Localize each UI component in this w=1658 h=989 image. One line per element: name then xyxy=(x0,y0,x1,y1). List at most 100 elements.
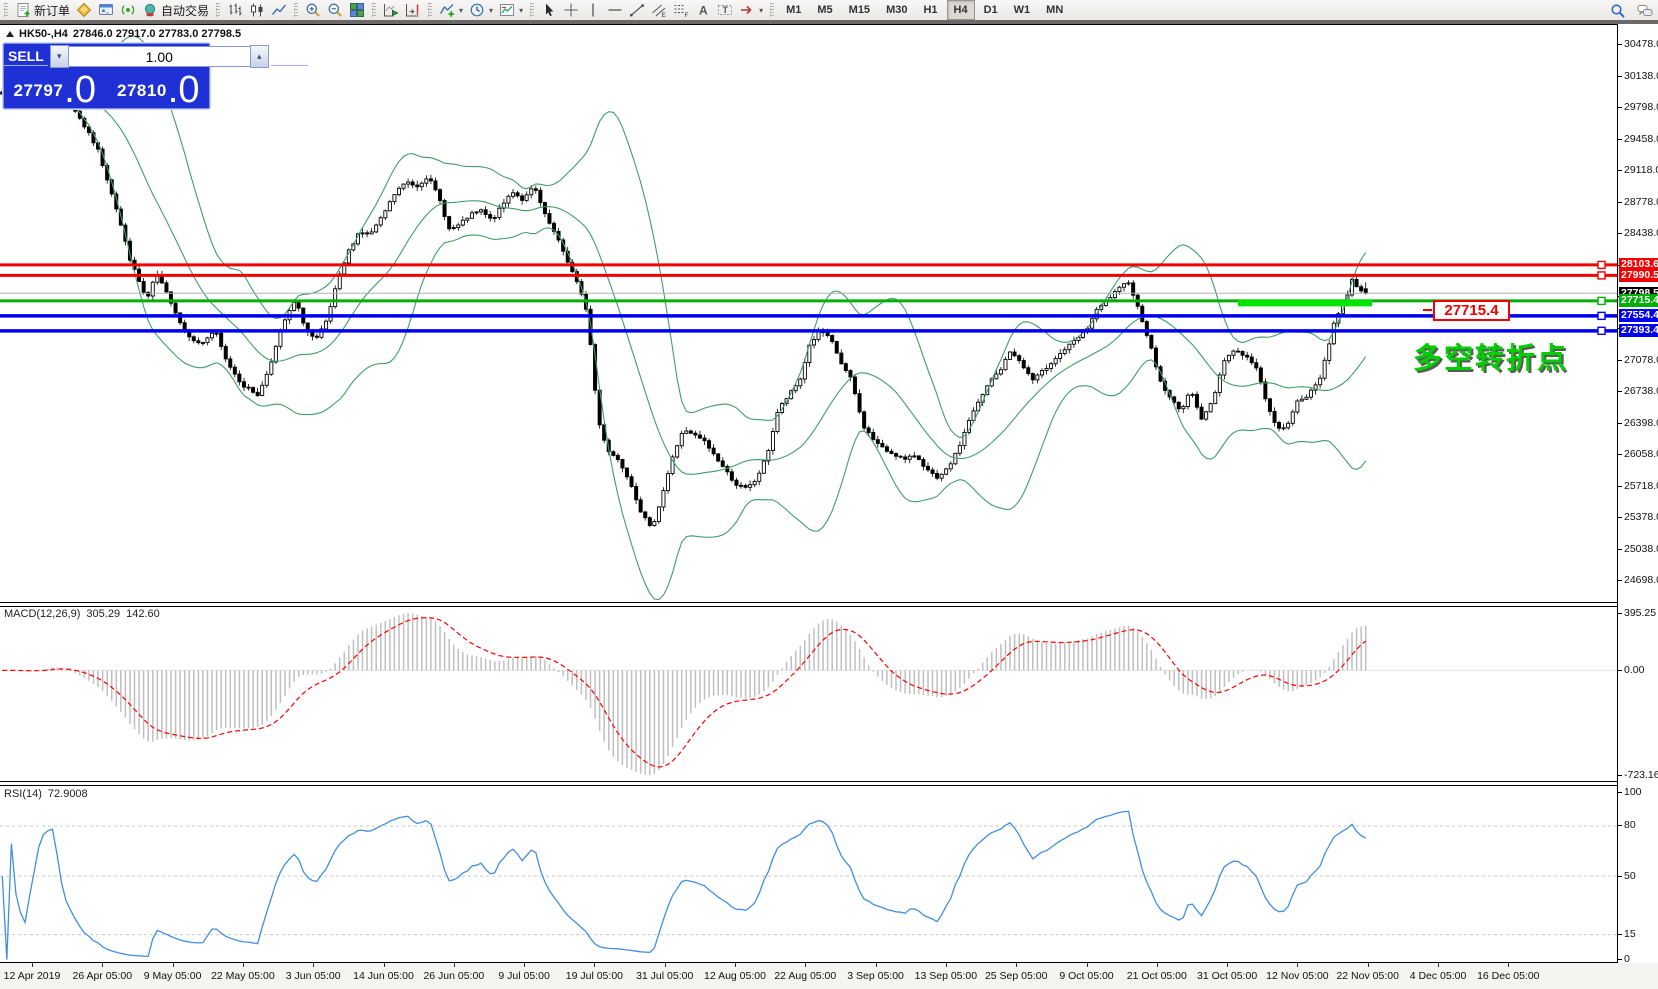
volume-input[interactable] xyxy=(69,46,250,67)
svg-text:F: F xyxy=(685,12,689,18)
auto-scroll-button[interactable] xyxy=(380,0,402,20)
templates-icon xyxy=(499,2,515,18)
buy-price[interactable]: 27810.0 xyxy=(108,69,210,106)
axis-tick xyxy=(1618,775,1622,776)
autotrading-icon xyxy=(142,2,158,18)
toolbar-grip xyxy=(294,3,298,17)
sell-button[interactable]: SELL xyxy=(4,44,48,69)
buy-button[interactable]: BUY xyxy=(271,44,309,69)
timeframe-m5[interactable]: M5 xyxy=(810,0,839,20)
axis-label: 15 xyxy=(1624,928,1636,940)
chart-shift-button[interactable] xyxy=(402,0,424,20)
cursor-icon xyxy=(541,2,557,18)
candlestick-icon xyxy=(249,2,265,18)
arrows-button[interactable]: ▾ xyxy=(736,0,766,20)
periods-button[interactable]: ▾ xyxy=(466,0,496,20)
time-tick xyxy=(173,963,174,967)
price-axis[interactable]: 30478.030138.029798.029458.029118.028778… xyxy=(1617,24,1658,963)
timeframe-d1[interactable]: D1 xyxy=(977,0,1005,20)
channel-button[interactable]: E xyxy=(648,0,670,20)
time-tick xyxy=(102,963,103,967)
time-axis[interactable]: 12 Apr 201926 Apr 05:009 May 05:0022 May… xyxy=(0,963,1658,989)
zoom-in-button[interactable] xyxy=(302,0,324,20)
vertical-line-button[interactable] xyxy=(582,0,604,20)
crosshair-icon xyxy=(563,2,579,18)
line-handle[interactable] xyxy=(1598,261,1605,268)
fibonacci-button[interactable]: F xyxy=(670,0,692,20)
text-label-button[interactable]: T xyxy=(714,0,736,20)
timeframe-mn[interactable]: MN xyxy=(1039,0,1070,20)
line-handle[interactable] xyxy=(1598,272,1605,279)
toolbar-grip xyxy=(428,3,432,17)
candlestick-button[interactable] xyxy=(246,0,268,20)
indicators-button[interactable]: ▾ xyxy=(436,0,466,20)
arrows-icon xyxy=(739,2,755,18)
level-price-tag: 27554.4 xyxy=(1619,309,1658,322)
axis-tick xyxy=(1618,170,1622,171)
timeframe-m15[interactable]: M15 xyxy=(842,0,877,20)
auto-scroll-icon xyxy=(383,2,399,18)
crosshair-button[interactable] xyxy=(560,0,582,20)
timeframe-m30[interactable]: M30 xyxy=(879,0,914,20)
axis-tick xyxy=(1618,934,1622,935)
autotrading-button[interactable]: 自动交易 xyxy=(139,0,212,20)
symbol-period-label: HK50-,H4 xyxy=(19,28,68,40)
horizontal-line-button[interactable] xyxy=(604,0,626,20)
volume-decrease-button[interactable]: ▾ xyxy=(50,45,69,68)
profiles-button[interactable] xyxy=(73,0,95,20)
volume-increase-button[interactable]: ▴ xyxy=(250,45,269,68)
rsi-line xyxy=(2,811,1365,959)
time-tick xyxy=(665,963,666,967)
timeframe-h4[interactable]: H4 xyxy=(947,0,975,20)
axis-tick xyxy=(1618,202,1622,203)
axis-label: 25718.0 xyxy=(1624,480,1658,492)
one-click-trading-panel: SELL ▾ ▴ BUY 27797.0 27810.0 xyxy=(3,43,210,109)
axis-tick xyxy=(1618,76,1622,77)
signals-icon xyxy=(120,2,136,18)
timeframe-h1[interactable]: H1 xyxy=(916,0,944,20)
search-button[interactable] xyxy=(1609,1,1627,21)
axis-label: 26398.0 xyxy=(1624,417,1658,429)
axis-tick xyxy=(1618,107,1622,108)
main-price-pane[interactable] xyxy=(0,24,1617,603)
axis-label: 28438.0 xyxy=(1624,227,1658,239)
axis-tick xyxy=(1618,517,1622,518)
sell-price[interactable]: 27797.0 xyxy=(4,69,106,106)
chart-window[interactable]: 30478.030138.029798.029458.029118.028778… xyxy=(0,24,1658,963)
tile-windows-button[interactable] xyxy=(346,0,368,20)
bar-chart-button[interactable] xyxy=(224,0,246,20)
line-handle[interactable] xyxy=(1598,297,1605,304)
axis-label: 28778.0 xyxy=(1624,196,1658,208)
time-tick xyxy=(384,963,385,967)
one-click-panel-toggle-icon[interactable] xyxy=(6,31,14,37)
line-chart-button[interactable] xyxy=(268,0,290,20)
zoom-out-button[interactable] xyxy=(324,0,346,20)
level-price-tag: 27990.5 xyxy=(1619,269,1658,282)
chart-title: HK50-,H4 27846.0 27917.0 27783.0 27798.5 xyxy=(6,28,241,40)
axis-label: 100 xyxy=(1624,786,1642,798)
rsi-pane[interactable] xyxy=(0,785,1617,963)
chat-button[interactable] xyxy=(1636,1,1654,21)
text-button[interactable]: A xyxy=(692,0,714,20)
level-price-tag: 27393.4 xyxy=(1619,324,1658,337)
new-order-button[interactable]: 新订单 xyxy=(12,0,73,20)
ohlc-values: 27846.0 27917.0 27783.0 27798.5 xyxy=(73,28,241,40)
timeframe-w1[interactable]: W1 xyxy=(1007,0,1038,20)
cursor-button[interactable] xyxy=(538,0,560,20)
axis-tick xyxy=(1618,139,1622,140)
market-watch-button[interactable] xyxy=(95,0,117,20)
caret-up-icon: ▴ xyxy=(257,51,262,62)
axis-label: 27078.0 xyxy=(1624,354,1658,366)
macd-pane[interactable] xyxy=(0,606,1617,782)
signals-button[interactable] xyxy=(117,0,139,20)
axis-label: 30478.0 xyxy=(1624,38,1658,50)
axis-label: 25038.0 xyxy=(1624,543,1658,555)
templates-button[interactable]: ▾ xyxy=(496,0,526,20)
turning-point-note[interactable]: 多空转折点 xyxy=(1413,335,1568,377)
timeframe-m1[interactable]: M1 xyxy=(779,0,808,20)
line-handle[interactable] xyxy=(1598,327,1605,334)
price-annotation-box[interactable]: 27715.4 xyxy=(1433,300,1510,321)
line-handle[interactable] xyxy=(1598,312,1605,319)
trendline-button[interactable] xyxy=(626,0,648,20)
time-tick xyxy=(1016,963,1017,967)
